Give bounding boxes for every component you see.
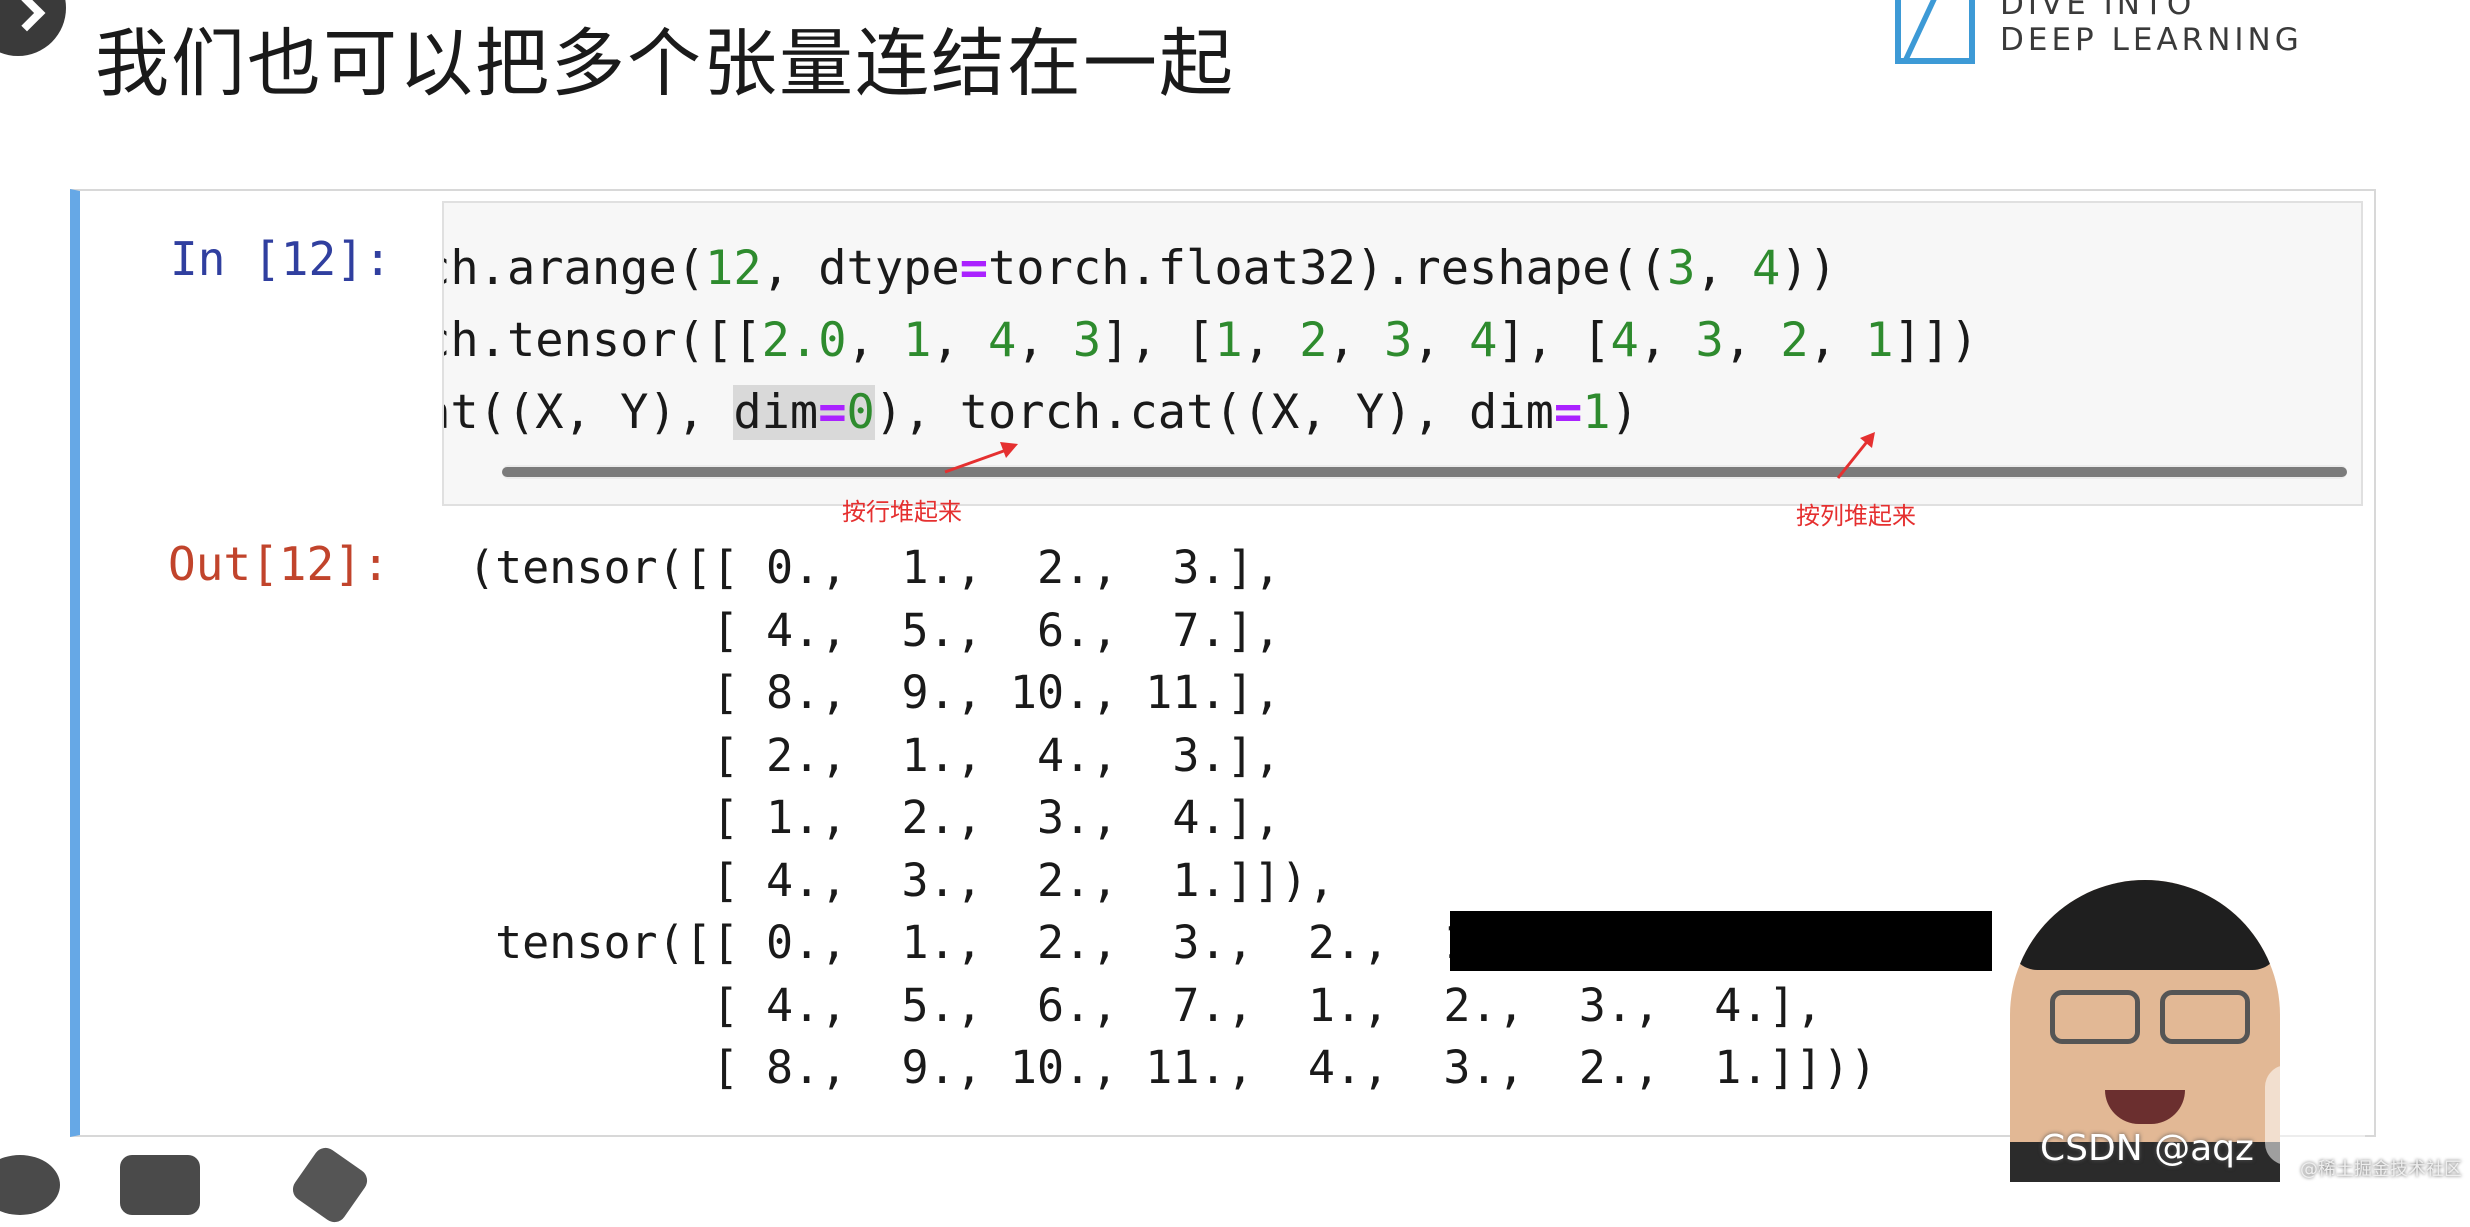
code-editor[interactable]: X = torch.arange(12, dtype=torch.float32… [442, 201, 2363, 506]
code-line-1: X = torch.arange(12, dtype=torch.float32… [444, 241, 1837, 296]
slide-title: 我们也可以把多个张量连结在一起 [95, 21, 1235, 107]
bottom-toolbar-icon[interactable] [0, 1155, 60, 1215]
code-line-3: torch.cat((X, Y), dim=0), torch.cat((X, … [444, 385, 1639, 440]
code-block[interactable]: X = torch.arange(12, dtype=torch.float32… [444, 233, 1979, 449]
cell-output: (tensor([[ 0., 1., 2., 3.], [ 4., 5., 6.… [468, 537, 1877, 1100]
logo-line-1: DIVE INTO [2000, 0, 2196, 22]
output-line: [ 4., 3., 2., 1.]]), [468, 853, 1335, 907]
horizontal-scrollbar[interactable] [502, 465, 2347, 479]
watermark: CSDN @aqz [2040, 1128, 2254, 1169]
text-selection-highlight [1450, 911, 1992, 971]
output-line: [ 4., 5., 6., 7.], [468, 603, 1281, 657]
camera-icon[interactable] [120, 1155, 200, 1215]
output-line: [ 1., 2., 3., 4.], [468, 791, 1281, 844]
output-line: [ 2., 1., 4., 3.], [468, 728, 1281, 782]
output-line: [ 8., 9., 10., 11., 4., 3., 2., 1.]])) [468, 1041, 1877, 1094]
output-line: [ 4., 5., 6., 7., 1., 2., 3., 4.], [468, 978, 1823, 1032]
scrollbar-thumb[interactable] [502, 467, 2347, 477]
pen-icon[interactable] [288, 1143, 372, 1227]
output-line: (tensor([[ 0., 1., 2., 3.], [468, 541, 1281, 594]
code-line-2: Y = torch.tensor([[2.0, 1, 4, 3], [1, 2,… [444, 313, 1979, 368]
output-line: [ 8., 9., 10., 11.], [468, 666, 1281, 719]
back-icon[interactable] [0, 0, 66, 56]
input-prompt: In [12]: [170, 232, 392, 286]
d2l-logo-icon [1895, 0, 1975, 64]
annotation-dim0: 按行堆起来 [842, 498, 962, 526]
output-prompt: Out[12]: [168, 537, 390, 591]
play-icon[interactable] [2265, 1065, 2365, 1165]
annotation-dim1: 按列堆起来 [1796, 502, 1916, 530]
logo-line-2: DEEP LEARNING [2000, 22, 2303, 58]
watermark-small: @稀土掘金技术社区 [2300, 1159, 2462, 1180]
